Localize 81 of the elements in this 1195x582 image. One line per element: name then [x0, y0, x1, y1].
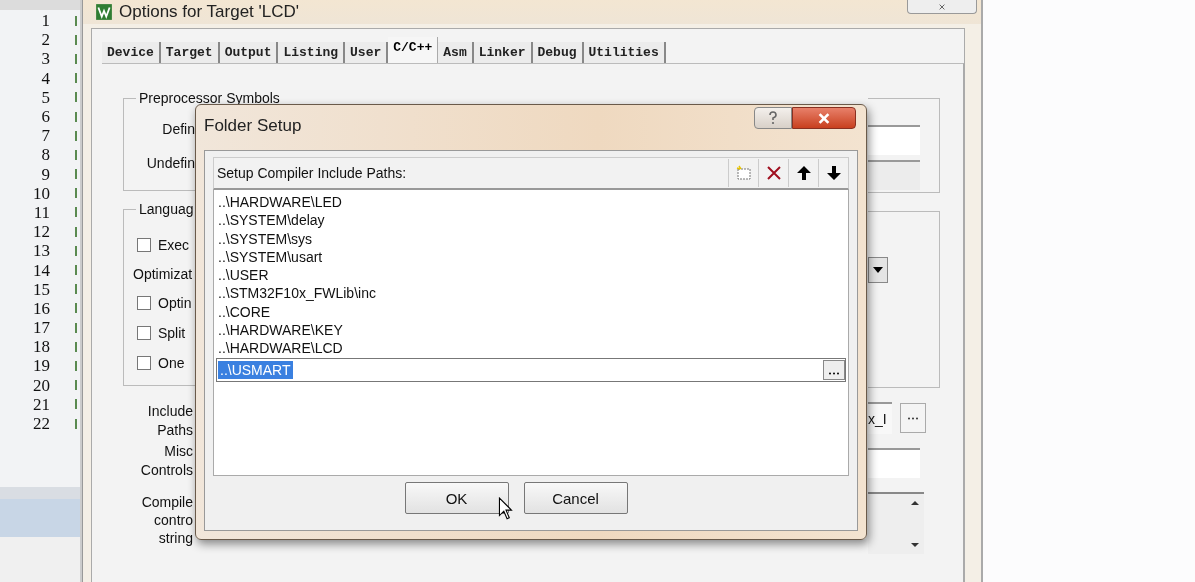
line-number: 5	[40, 87, 50, 107]
path-item[interactable]: ..\CORE	[214, 302, 848, 322]
input-field[interactable]: x_I	[868, 402, 892, 434]
line-number: 11	[32, 202, 50, 222]
line-number: 15	[32, 279, 50, 299]
app-icon	[95, 3, 113, 21]
line-number: 13	[32, 241, 50, 261]
path-item[interactable]: ..\HARDWARE\KEY	[214, 321, 848, 340]
line-number: 20	[32, 375, 50, 395]
tab[interactable]: Target	[160, 42, 220, 63]
line-number: 6	[40, 107, 50, 127]
path-item[interactable]: ..\SYSTEM\usart	[214, 247, 848, 267]
line-number: 21	[32, 394, 50, 414]
tab[interactable]: Device	[102, 42, 161, 63]
tab[interactable]: Linker	[473, 42, 533, 63]
field-label: Include	[147, 402, 193, 421]
line-number: 9	[40, 164, 50, 184]
tab[interactable]: Debug	[532, 42, 584, 63]
field-label: Compile	[141, 493, 193, 511]
question-mark-icon	[768, 111, 778, 125]
path-edit-field[interactable]: ..\USMART	[216, 357, 846, 382]
close-icon	[817, 112, 831, 124]
browse-button[interactable]	[823, 359, 845, 380]
field-label: Defin	[162, 121, 195, 137]
close-icon	[937, 3, 947, 10]
path-item[interactable]: ..\HARDWARE\LCD	[214, 339, 848, 358]
field-label: Paths	[157, 421, 193, 440]
dialog-title: Folder Setup	[204, 116, 302, 136]
window-title: Options for Target 'LCD'	[119, 2, 300, 22]
mouse-pointer-icon	[498, 497, 514, 521]
checkbox-label: Split	[158, 325, 186, 341]
line-number: 7	[40, 126, 50, 146]
path-item[interactable]: ..\SYSTEM\delay	[214, 211, 848, 230]
line-number: 3	[40, 49, 50, 69]
checkbox-label: Optin	[158, 295, 192, 311]
line-number: 10	[32, 183, 50, 203]
close-button[interactable]	[792, 107, 856, 129]
line-number: 8	[40, 145, 50, 165]
tab[interactable]: Listing	[278, 42, 346, 63]
input-field[interactable]	[868, 160, 920, 190]
path-item[interactable]: ..\STM32F10x_FWLib\inc	[214, 284, 848, 303]
line-number: 2	[40, 30, 50, 50]
checkbox[interactable]	[137, 326, 151, 340]
line-number: 19	[32, 356, 50, 376]
group-title: Languag	[136, 201, 197, 217]
dialog-button[interactable]: Cancel	[523, 482, 628, 514]
path-item[interactable]: ..\HARDWARE\LED	[214, 193, 848, 212]
tab[interactable]: User	[345, 42, 389, 63]
checkbox-label: Exec	[158, 237, 190, 253]
line-number: 1	[40, 11, 50, 31]
scroll-arrows-icon[interactable]	[910, 499, 920, 549]
line-number: 22	[32, 414, 50, 434]
path-item[interactable]: ..\SYSTEM\sys	[214, 229, 848, 248]
line-number: 18	[32, 337, 50, 357]
checkbox[interactable]	[137, 356, 151, 370]
checkbox-label: One	[158, 355, 185, 371]
field-label: string	[158, 529, 193, 547]
list-header: Setup Compiler Include Paths:	[217, 165, 407, 181]
checkbox[interactable]	[137, 238, 151, 252]
ellipsis-icon	[907, 416, 919, 420]
input-field[interactable]	[868, 448, 920, 478]
dialog-button[interactable]: OK	[404, 482, 509, 514]
input-field[interactable]	[868, 125, 920, 155]
section-label: Optimizat	[133, 266, 193, 282]
line-number: 4	[40, 68, 50, 88]
ellipsis-icon	[828, 371, 840, 375]
path-item[interactable]: ..\USER	[214, 266, 848, 285]
field-label: Misc	[164, 442, 193, 461]
line-number: 14	[32, 260, 50, 280]
field-label: contro	[154, 511, 193, 529]
field-label: Undefin	[146, 155, 195, 171]
checkbox[interactable]	[137, 296, 151, 310]
tab[interactable]: Utilities	[583, 42, 666, 63]
line-number: 16	[32, 298, 50, 318]
group-title: Preprocessor Symbols	[136, 90, 283, 106]
line-number: 12	[32, 222, 50, 242]
field-label: Controls	[140, 461, 193, 480]
tab[interactable]: Asm	[438, 42, 474, 63]
tab[interactable]: Output	[219, 42, 279, 63]
line-number: 17	[32, 318, 50, 338]
help-button[interactable]	[754, 107, 792, 129]
